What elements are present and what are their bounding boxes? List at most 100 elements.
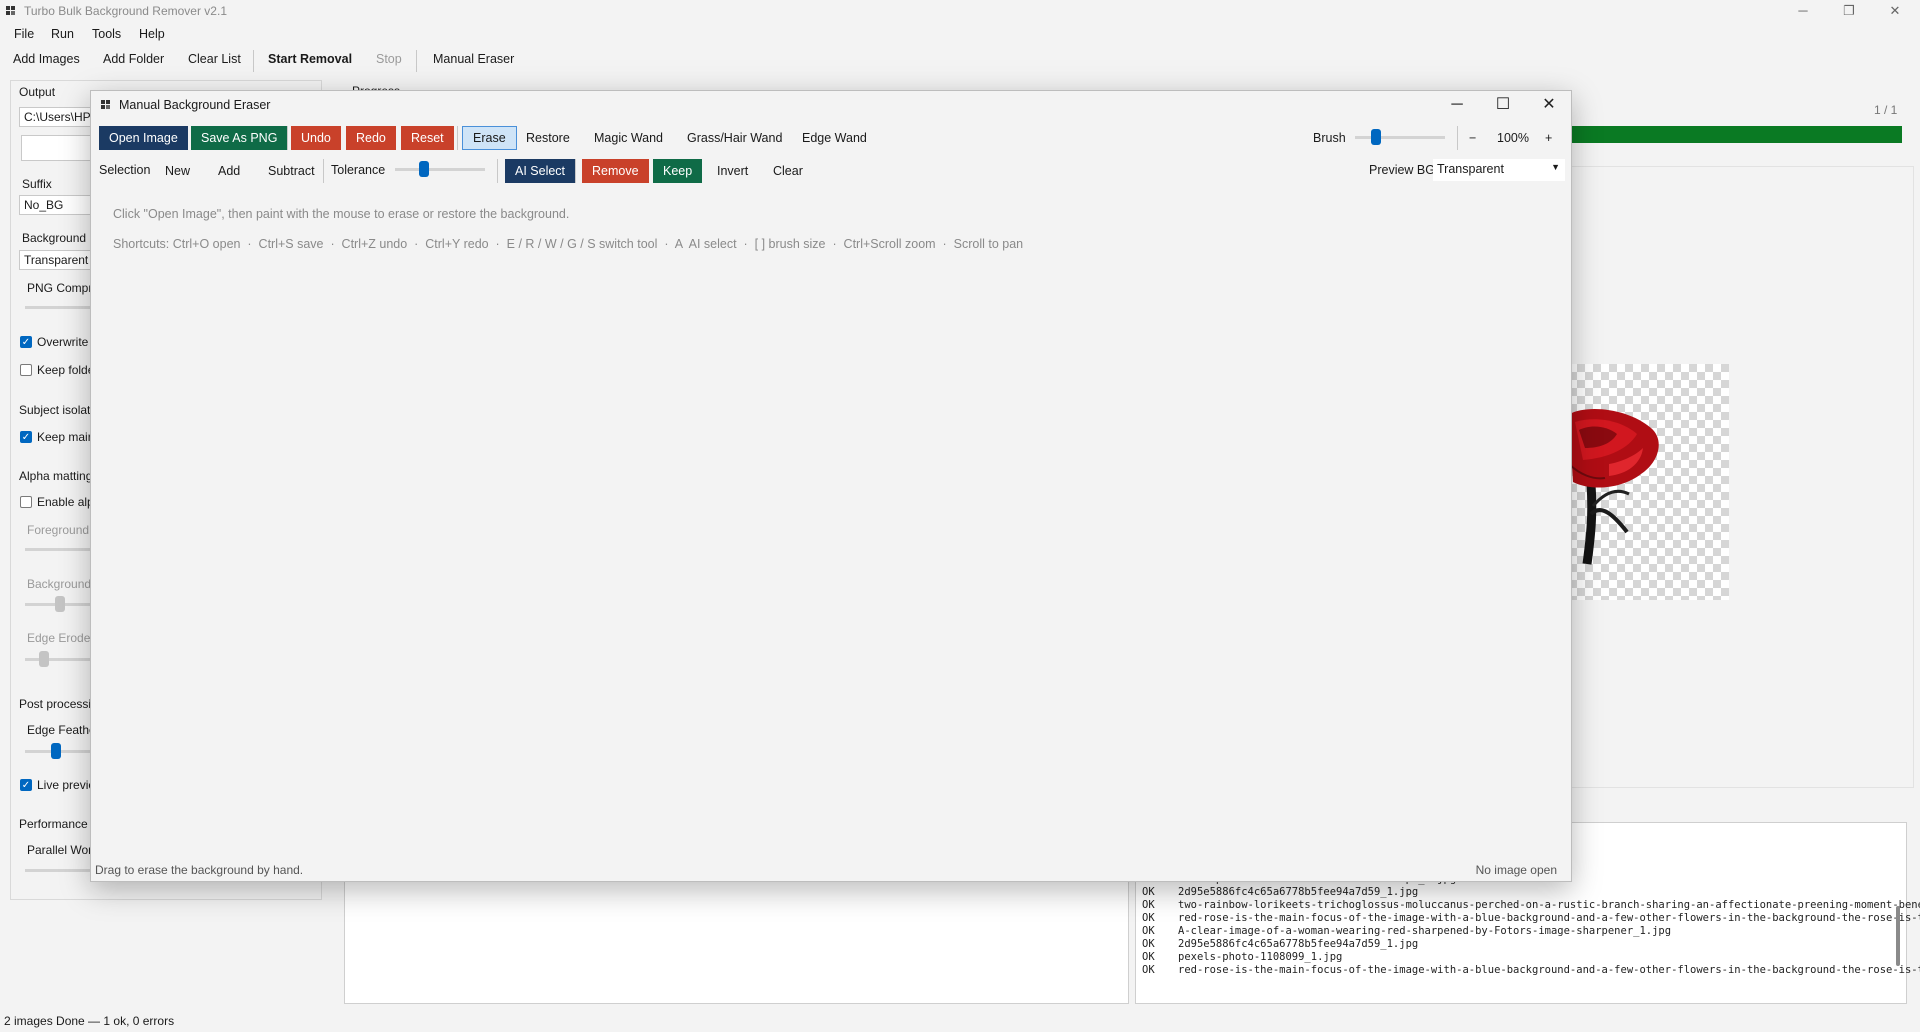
suffix-label: Suffix <box>22 177 52 191</box>
log-line: OK 2d95e5886fc4c65a6778b5fee94a7d59_1.jpg <box>1142 886 1418 898</box>
log-text: 2d95e5886fc4c65a6778b5fee94a7d59_1.jpg <box>1178 938 1419 950</box>
manual-eraser-button[interactable]: Manual Eraser <box>433 52 514 66</box>
log-status: OK <box>1142 912 1155 924</box>
keep-selection-button[interactable]: Keep <box>653 159 703 183</box>
dialog-status-image: No image open <box>1475 863 1557 877</box>
tolerance-thumb[interactable] <box>419 161 429 177</box>
rose-image <box>1568 408 1659 565</box>
undo-button[interactable]: Undo <box>291 126 341 150</box>
log-line: OK two-rainbow-lorikeets-trichoglossus-mo… <box>1142 899 1920 911</box>
dialog-minimize-icon[interactable]: ─ <box>1435 91 1479 119</box>
background-threshold-label: Background <box>27 577 92 591</box>
dialog-app-icon <box>101 100 110 109</box>
background-threshold-thumb[interactable] <box>55 596 65 612</box>
progress-count: 1 / 1 <box>1874 103 1898 117</box>
png-compression-label: PNG Compr <box>27 281 93 295</box>
magic-wand-button[interactable]: Magic Wand <box>584 126 673 150</box>
manual-eraser-dialog: Manual Background Eraser ─ ☐ ✕ Open Imag… <box>90 90 1572 882</box>
brush-size-slider[interactable] <box>1355 136 1445 139</box>
brush-size-thumb[interactable] <box>1371 129 1381 145</box>
edge-wand-button[interactable]: Edge Wand <box>792 126 877 150</box>
start-removal-button[interactable]: Start Removal <box>268 52 352 66</box>
dialog-maximize-icon[interactable]: ☐ <box>1481 91 1525 119</box>
log-text: red-rose-is-the-main-focus-of-the-image-… <box>1178 912 1920 924</box>
restore-icon[interactable]: ❐ <box>1826 0 1872 22</box>
log-line: OK pexels-photo-1108099_1.jpg <box>1142 951 1342 963</box>
log-status: OK <box>1142 899 1155 911</box>
dialog-status-hint: Drag to erase the background by hand. <box>95 863 304 877</box>
keep-folders-label: Keep folde <box>37 363 95 377</box>
clear-selection-button[interactable]: Clear <box>763 159 813 183</box>
main-toolbar: Add Images Add Folder Clear List Start R… <box>0 48 1920 74</box>
toolbar-separator <box>323 159 324 183</box>
invert-selection-button[interactable]: Invert <box>707 159 758 183</box>
log-status: OK <box>1142 886 1155 898</box>
live-preview-label: Live previe <box>37 778 96 792</box>
save-as-png-button[interactable]: Save As PNG <box>191 126 288 150</box>
dialog-title: Manual Background Eraser <box>119 98 271 112</box>
selection-new-button[interactable]: New <box>155 159 200 183</box>
close-icon[interactable]: ✕ <box>1872 0 1918 22</box>
grass-hair-wand-button[interactable]: Grass/Hair Wand <box>677 126 792 150</box>
log-line: OK 2d95e5886fc4c65a6778b5fee94a7d59_1.jpg <box>1142 938 1418 950</box>
app-icon <box>6 6 15 15</box>
shortcuts-hint: Shortcuts: Ctrl+O open · Ctrl+S save · C… <box>113 237 1024 251</box>
log-scrollbar[interactable] <box>1896 906 1900 966</box>
dialog-close-icon[interactable]: ✕ <box>1527 91 1571 119</box>
clear-list-button[interactable]: Clear List <box>188 52 241 66</box>
brush-label: Brush <box>1313 131 1346 145</box>
file-list[interactable] <box>344 880 1129 1004</box>
toolbar-separator <box>1457 126 1458 150</box>
selection-subtract-button[interactable]: Subtract <box>258 159 325 183</box>
overwrite-checkbox[interactable]: ✓ <box>20 336 32 348</box>
preview-bg-label: Preview BG <box>1369 163 1435 177</box>
tolerance-slider[interactable] <box>395 168 485 171</box>
toolbar-separator <box>416 50 417 72</box>
subject-isolation-label: Subject isolat <box>19 403 91 417</box>
progress-bar <box>1560 126 1902 143</box>
erase-tool-button[interactable]: Erase <box>462 126 517 150</box>
menu-file[interactable]: File <box>14 27 34 41</box>
canvas-hint: Click "Open Image", then paint with the … <box>113 207 570 221</box>
zoom-out-button[interactable]: − <box>1469 131 1476 145</box>
chevron-down-icon: ▼ <box>1551 162 1560 172</box>
edge-erode-thumb[interactable] <box>39 651 49 667</box>
menu-tools[interactable]: Tools <box>92 27 121 41</box>
remove-selection-button[interactable]: Remove <box>582 159 649 183</box>
redo-button[interactable]: Redo <box>346 126 396 150</box>
log-status: OK <box>1142 951 1155 963</box>
log-text: A-clear-image-of-a-woman-wearing-red-sha… <box>1178 925 1672 937</box>
log-line: OK A-clear-image-of-a-woman-wearing-red-s… <box>1142 925 1671 937</box>
selection-add-button[interactable]: Add <box>208 159 250 183</box>
log-text: pexels-photo-1108099_1.jpg <box>1178 951 1343 963</box>
enable-alpha-checkbox[interactable] <box>20 496 32 508</box>
live-preview-checkbox[interactable]: ✓ <box>20 779 32 791</box>
reset-button[interactable]: Reset <box>401 126 454 150</box>
zoom-level: 100% <box>1497 131 1529 145</box>
minimize-icon[interactable]: ─ <box>1780 0 1826 22</box>
edge-feather-thumb[interactable] <box>51 743 61 759</box>
background-label: Background <box>22 231 87 245</box>
toolbar-separator <box>287 126 288 150</box>
keep-main-label: Keep mair <box>37 430 92 444</box>
keep-main-checkbox[interactable]: ✓ <box>20 431 32 443</box>
keep-folders-checkbox[interactable] <box>20 364 32 376</box>
preview-bg-value: Transparent <box>1437 162 1504 176</box>
add-images-button[interactable]: Add Images <box>13 52 80 66</box>
post-processing-label: Post processin <box>19 697 98 711</box>
add-folder-button[interactable]: Add Folder <box>103 52 164 66</box>
log-status: OK <box>1142 925 1155 937</box>
performance-label: Performance <box>19 817 88 831</box>
preview-bg-select[interactable]: Transparent ▼ <box>1433 159 1565 181</box>
open-image-button[interactable]: Open Image <box>99 126 188 150</box>
stop-button[interactable]: Stop <box>376 52 402 66</box>
menu-run[interactable]: Run <box>51 27 74 41</box>
zoom-in-button[interactable]: + <box>1545 131 1552 145</box>
log-text: two-rainbow-lorikeets-trichoglossus-molu… <box>1178 899 1920 911</box>
log-text: red-rose-is-the-main-focus-of-the-image-… <box>1178 964 1920 976</box>
ai-select-button[interactable]: AI Select <box>505 159 576 183</box>
menu-help[interactable]: Help <box>139 27 165 41</box>
overwrite-label: Overwrite <box>37 335 89 349</box>
foreground-threshold-label: Foreground <box>27 523 90 537</box>
restore-tool-button[interactable]: Restore <box>516 126 580 150</box>
